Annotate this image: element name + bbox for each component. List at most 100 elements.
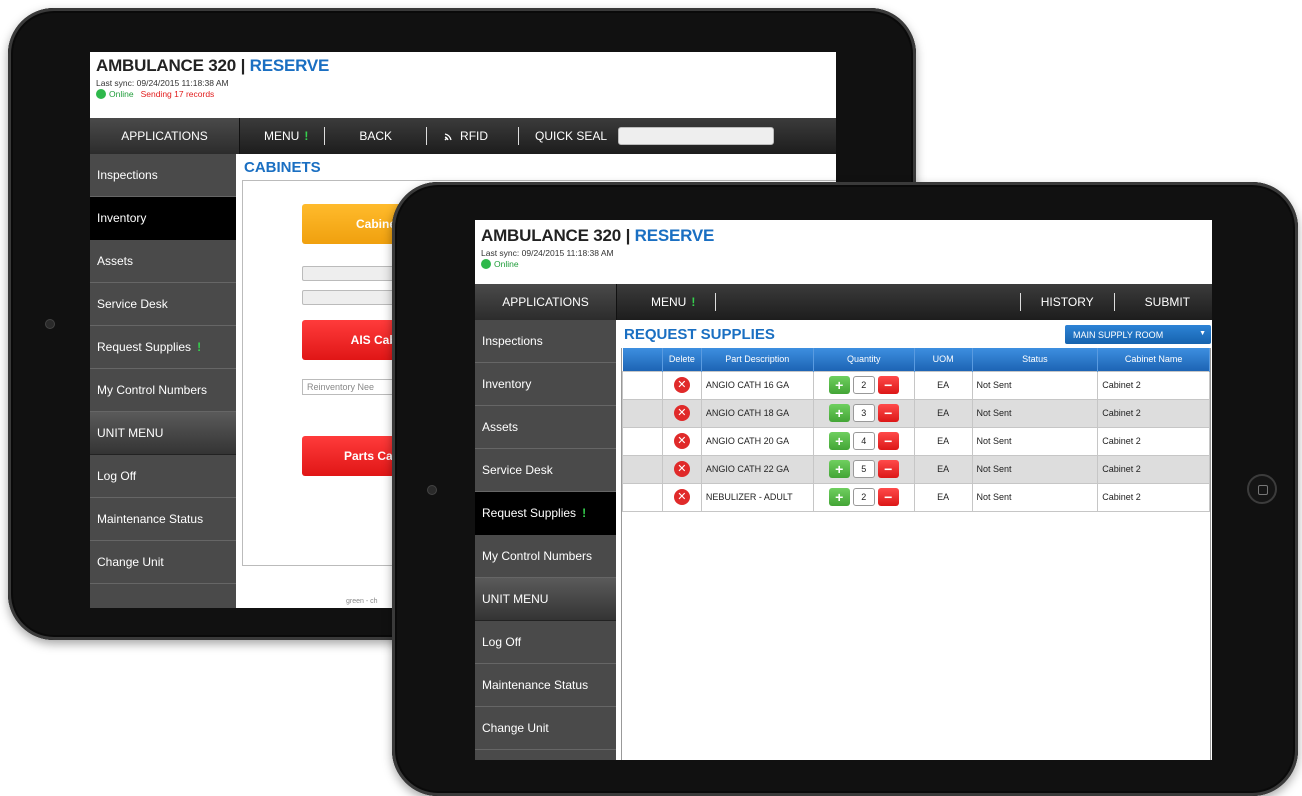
- sidebar-item-change-unit[interactable]: Change Unit: [90, 541, 236, 584]
- unit-status: RESERVE: [249, 56, 330, 75]
- sidebar-label: Change Unit: [482, 721, 549, 735]
- plus-icon[interactable]: +: [828, 404, 850, 422]
- column-uom: UOM: [914, 348, 973, 371]
- menu-alert-icon: !: [691, 295, 696, 309]
- table-row: ✕ ANGIO CATH 20 GA +4− EA Not Sent Cabin…: [622, 426, 1210, 456]
- sidebar-label: Request Supplies: [97, 340, 192, 354]
- applications-button[interactable]: APPLICATIONS: [90, 118, 240, 154]
- part-cell: ANGIO CATH 22 GA: [700, 454, 814, 484]
- front-sidebar: Inspections Inventory Assets Service Des…: [475, 320, 616, 760]
- quantity-value[interactable]: 3: [852, 404, 875, 422]
- delete-icon[interactable]: ✕: [673, 489, 690, 505]
- unit-title: AMBULANCE 320 | RESERVE: [481, 226, 1206, 246]
- front-header: AMBULANCE 320 | RESERVE Last sync: 09/24…: [475, 220, 1212, 286]
- submit-label: SUBMIT: [1144, 295, 1190, 309]
- plus-icon[interactable]: +: [828, 460, 850, 478]
- table-header-row: Delete Part Description Quantity UOM Sta…: [622, 348, 1210, 371]
- sidebar-item-service-desk[interactable]: Service Desk: [90, 283, 236, 326]
- quantity-cell: +3−: [812, 398, 915, 428]
- sidebar-item-assets[interactable]: Assets: [475, 406, 616, 449]
- column-delete: Delete: [662, 348, 702, 371]
- delete-icon[interactable]: ✕: [673, 405, 690, 421]
- sidebar-label: Inventory: [97, 211, 147, 225]
- last-sync: Last sync: 09/24/2015 11:18:38 AM: [96, 78, 229, 88]
- applications-label: APPLICATIONS: [502, 295, 589, 309]
- menu-button[interactable]: MENU!: [617, 295, 711, 309]
- sidebar-item-service-desk[interactable]: Service Desk: [475, 449, 616, 492]
- last-sync: Last sync: 09/24/2015 11:18:38 AM: [481, 248, 614, 258]
- sidebar-label: Inspections: [482, 334, 543, 348]
- applications-button[interactable]: APPLICATIONS: [475, 284, 617, 320]
- sidebar-label: Assets: [482, 420, 519, 434]
- sidebar-label: Change Unit: [97, 555, 164, 569]
- front-screen: AMBULANCE 320 | RESERVE Last sync: 09/24…: [475, 220, 1212, 760]
- request-alert-icon: !: [197, 340, 202, 354]
- quantity-value[interactable]: 4: [852, 432, 875, 450]
- cabinet-cell: Cabinet 2: [1097, 370, 1210, 400]
- part-cell: NEBULIZER - ADULT: [700, 482, 814, 512]
- sidebar-label: Service Desk: [97, 297, 168, 311]
- delete-cell: ✕: [661, 482, 702, 512]
- plus-icon[interactable]: +: [828, 488, 850, 506]
- quick-seal-input[interactable]: [618, 127, 775, 145]
- sidebar-item-control-numbers[interactable]: My Control Numbers: [475, 535, 616, 578]
- sidebar-label: Assets: [97, 254, 134, 268]
- column-quantity: Quantity: [813, 348, 915, 371]
- online-label: Online: [494, 259, 519, 269]
- quantity-value[interactable]: 2: [852, 488, 875, 506]
- delete-icon[interactable]: ✕: [673, 377, 690, 393]
- sidebar-item-request-supplies[interactable]: Request Supplies!: [475, 492, 616, 535]
- delete-icon[interactable]: ✕: [673, 461, 690, 477]
- back-button[interactable]: BACK: [325, 129, 426, 143]
- sidebar-item-control-numbers[interactable]: My Control Numbers: [90, 369, 236, 412]
- sidebar-item-inventory[interactable]: Inventory: [90, 197, 236, 240]
- sidebar-label: Service Desk: [482, 463, 553, 477]
- sending-records: Sending 17 records: [140, 89, 215, 99]
- online-dot-icon: [481, 259, 491, 269]
- part-cell: ANGIO CATH 18 GA: [700, 398, 814, 428]
- home-button-icon[interactable]: [1247, 474, 1277, 504]
- menu-label: MENU: [264, 129, 300, 143]
- minus-icon[interactable]: −: [877, 376, 899, 394]
- sidebar-item-inspections[interactable]: Inspections: [475, 320, 616, 363]
- table-row: ✕ ANGIO CATH 16 GA +2− EA Not Sent Cabin…: [622, 370, 1210, 400]
- sidebar-item-inspections[interactable]: Inspections: [90, 154, 236, 197]
- sidebar-item-assets[interactable]: Assets: [90, 240, 236, 283]
- uom-cell: EA: [913, 398, 973, 428]
- plus-icon[interactable]: +: [828, 376, 850, 394]
- minus-icon[interactable]: −: [877, 460, 899, 478]
- camera-icon: [428, 486, 436, 494]
- sidebar-item-request-supplies[interactable]: Request Supplies!: [90, 326, 236, 369]
- sidebar-label: Request Supplies: [482, 506, 577, 520]
- row-spacer-cell: [622, 482, 663, 512]
- quick-seal: QUICK SEAL: [519, 127, 790, 145]
- minus-icon[interactable]: −: [877, 488, 899, 506]
- unit-status: RESERVE: [634, 226, 715, 245]
- plus-icon[interactable]: +: [828, 432, 850, 450]
- cabinet-cell: Cabinet 2: [1097, 398, 1210, 428]
- history-button[interactable]: HISTORY: [1021, 295, 1114, 309]
- delete-cell: ✕: [661, 426, 702, 456]
- menu-button[interactable]: MENU!: [240, 129, 324, 143]
- sidebar-item-change-unit[interactable]: Change Unit: [475, 707, 616, 750]
- quantity-value[interactable]: 5: [852, 460, 875, 478]
- sidebar-item-log-off[interactable]: Log Off: [475, 621, 616, 664]
- unit-menu-label: UNIT MENU: [97, 426, 164, 440]
- minus-icon[interactable]: −: [877, 404, 899, 422]
- delete-icon[interactable]: ✕: [673, 433, 690, 449]
- quantity-cell: +4−: [812, 426, 915, 456]
- sidebar-item-inventory[interactable]: Inventory: [475, 363, 616, 406]
- submit-button[interactable]: SUBMIT: [1115, 295, 1212, 309]
- applications-label: APPLICATIONS: [121, 129, 208, 143]
- status-cell: Not Sent: [971, 398, 1099, 428]
- supply-room-dropdown[interactable]: MAIN SUPPLY ROOM ▼: [1065, 325, 1211, 344]
- cabinet-cell: Cabinet 2: [1097, 454, 1210, 484]
- column-blank: [622, 348, 663, 371]
- sidebar-item-log-off[interactable]: Log Off: [90, 455, 236, 498]
- quantity-value[interactable]: 2: [852, 376, 875, 394]
- rfid-button[interactable]: RFID: [427, 129, 504, 143]
- minus-icon[interactable]: −: [877, 432, 899, 450]
- sidebar-item-maintenance-status[interactable]: Maintenance Status: [475, 664, 616, 707]
- cabinet-cell: Cabinet 2: [1097, 482, 1210, 512]
- sidebar-item-maintenance-status[interactable]: Maintenance Status: [90, 498, 236, 541]
